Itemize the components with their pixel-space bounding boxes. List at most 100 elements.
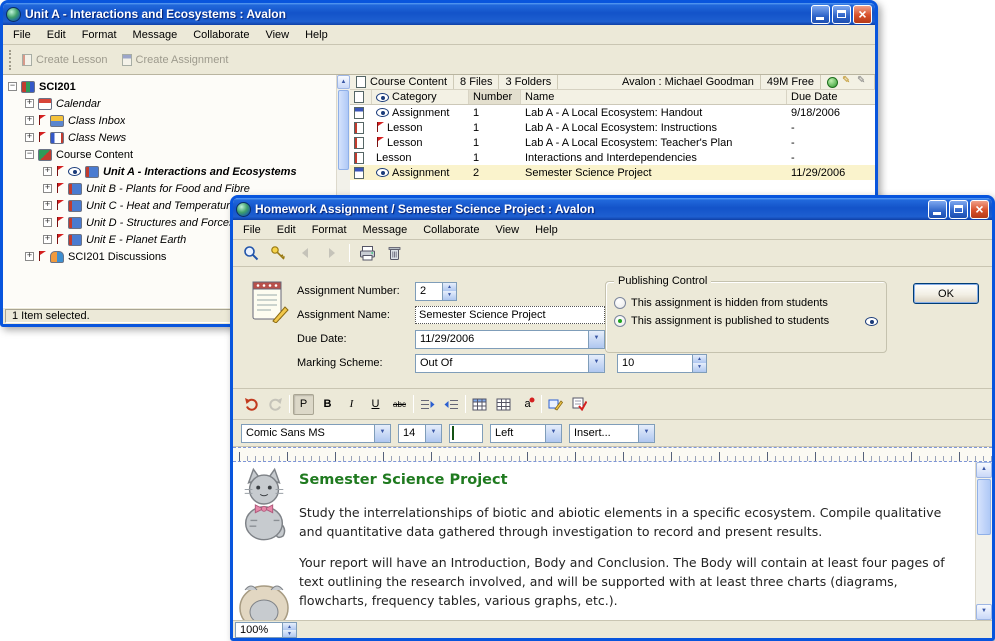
maximize-button[interactable]: [832, 5, 851, 24]
chevron-down-icon[interactable]: [545, 425, 561, 442]
radio-published-option[interactable]: This assignment is published to students: [614, 312, 878, 330]
expand-icon[interactable]: [43, 235, 52, 244]
font-family-select[interactable]: Comic Sans MS: [241, 424, 391, 443]
font-size-select[interactable]: 14: [398, 424, 442, 443]
create-assignment-button[interactable]: Create Assignment: [118, 52, 233, 68]
insert-select[interactable]: Insert...: [569, 424, 655, 443]
file-row-selected[interactable]: Assignment 2 Semester Science Project 11…: [350, 165, 875, 180]
expand-icon[interactable]: [25, 116, 34, 125]
tree-item-calendar[interactable]: Calendar: [3, 95, 336, 112]
spellcheck-button[interactable]: [569, 394, 590, 415]
column-header-due-date[interactable]: Due Date: [787, 90, 875, 104]
column-header-name[interactable]: Name: [521, 90, 787, 104]
assignment-number-stepper[interactable]: 2: [415, 282, 457, 301]
column-header-category[interactable]: Category: [372, 90, 469, 104]
strikethrough-button[interactable]: abc: [389, 394, 410, 415]
menu-format[interactable]: Format: [74, 27, 125, 43]
menu-message[interactable]: Message: [355, 222, 416, 238]
file-row[interactable]: Lesson 1 Lab A - A Local Ecosystem: Teac…: [350, 135, 875, 150]
compose-icon[interactable]: [857, 77, 868, 88]
undo-button[interactable]: [241, 394, 262, 415]
menu-view[interactable]: View: [257, 27, 297, 43]
editor-content[interactable]: Semester Science Project Study the inter…: [233, 462, 992, 620]
delete-button[interactable]: [384, 243, 404, 263]
title-bar[interactable]: Unit A - Interactions and Ecosystems : A…: [3, 3, 875, 25]
indent-button[interactable]: [441, 394, 462, 415]
menu-file[interactable]: File: [5, 27, 39, 43]
menu-format[interactable]: Format: [304, 222, 355, 238]
tree-item-unit-a[interactable]: Unit A - Interactions and Ecosystems: [3, 163, 336, 180]
file-row[interactable]: Assignment 1 Lab A - A Local Ecosystem: …: [350, 105, 875, 120]
expand-icon[interactable]: [43, 218, 52, 227]
file-row[interactable]: Lesson 1 Lab A - A Local Ecosystem: Inst…: [350, 120, 875, 135]
prev-item-button[interactable]: [295, 243, 315, 263]
create-lesson-button[interactable]: Create Lesson: [18, 52, 112, 68]
status-icon[interactable]: [827, 77, 838, 88]
due-date-select[interactable]: 11/29/2006: [415, 330, 605, 349]
collapse-icon[interactable]: [25, 150, 34, 159]
radio-hidden-option[interactable]: This assignment is hidden from students: [614, 294, 878, 312]
spin-up-icon[interactable]: [693, 355, 706, 364]
collapse-icon[interactable]: [8, 82, 17, 91]
underline-button[interactable]: U: [365, 394, 386, 415]
menu-edit[interactable]: Edit: [39, 27, 74, 43]
chevron-down-icon[interactable]: [425, 425, 441, 442]
edit-icon[interactable]: [842, 77, 853, 88]
radio-checked-icon[interactable]: [614, 315, 626, 327]
menu-help[interactable]: Help: [527, 222, 566, 238]
ok-button[interactable]: OK: [913, 283, 979, 304]
tree-item-sci201[interactable]: SCI201: [3, 78, 336, 95]
tree-item-class-news[interactable]: Class News: [3, 129, 336, 146]
tree-item-course-content[interactable]: Course Content: [3, 146, 336, 163]
maximize-button[interactable]: [949, 200, 968, 219]
expand-icon[interactable]: [25, 99, 34, 108]
toolbar-grip[interactable]: [9, 50, 12, 70]
numbered-list-button[interactable]: [417, 394, 438, 415]
key-button[interactable]: [268, 243, 288, 263]
alignment-select[interactable]: Left: [490, 424, 562, 443]
scroll-up-icon[interactable]: [976, 462, 992, 478]
expand-icon[interactable]: [25, 252, 34, 261]
content-scrollbar[interactable]: [975, 462, 992, 620]
radio-icon[interactable]: [614, 297, 626, 309]
expand-icon[interactable]: [43, 167, 52, 176]
italic-button[interactable]: I: [341, 394, 362, 415]
chevron-down-icon[interactable]: [588, 331, 604, 348]
chevron-down-icon[interactable]: [374, 425, 390, 442]
minimize-button[interactable]: [928, 200, 947, 219]
menu-collaborate[interactable]: Collaborate: [185, 27, 257, 43]
assignment-name-field[interactable]: [415, 306, 605, 324]
marking-points-stepper[interactable]: 10: [617, 354, 707, 373]
spin-down-icon[interactable]: [283, 630, 296, 637]
expand-icon[interactable]: [25, 133, 34, 142]
bold-button[interactable]: B: [317, 394, 338, 415]
spin-up-icon[interactable]: [443, 283, 456, 292]
menu-edit[interactable]: Edit: [269, 222, 304, 238]
redo-button[interactable]: [265, 394, 286, 415]
scroll-up-icon[interactable]: [337, 75, 350, 89]
insert-table-button[interactable]: [469, 394, 490, 415]
table-properties-button[interactable]: [493, 394, 514, 415]
close-button[interactable]: [970, 200, 989, 219]
minimize-button[interactable]: [811, 5, 830, 24]
menu-collaborate[interactable]: Collaborate: [415, 222, 487, 238]
font-color-swatch[interactable]: [449, 424, 483, 443]
tree-item-class-inbox[interactable]: Class Inbox: [3, 112, 336, 129]
column-header-number[interactable]: Number: [469, 90, 521, 104]
file-row[interactable]: Lesson 1 Interactions and Interdependenc…: [350, 150, 875, 165]
spin-up-icon[interactable]: [283, 623, 296, 630]
menu-message[interactable]: Message: [125, 27, 186, 43]
zoom-select[interactable]: 100%: [235, 622, 297, 638]
next-item-button[interactable]: [322, 243, 342, 263]
expand-icon[interactable]: [43, 184, 52, 193]
title-bar[interactable]: Homework Assignment / Semester Science P…: [233, 198, 992, 220]
spin-down-icon[interactable]: [693, 363, 706, 372]
chevron-down-icon[interactable]: [588, 355, 604, 372]
document-text[interactable]: Semester Science Project Study the inter…: [295, 462, 992, 620]
paragraph-marks-button[interactable]: P: [293, 394, 314, 415]
menu-help[interactable]: Help: [297, 27, 336, 43]
insert-field-button[interactable]: [545, 394, 566, 415]
font-color-button[interactable]: a: [517, 394, 538, 415]
scrollbar-thumb[interactable]: [338, 90, 349, 170]
menu-file[interactable]: File: [235, 222, 269, 238]
